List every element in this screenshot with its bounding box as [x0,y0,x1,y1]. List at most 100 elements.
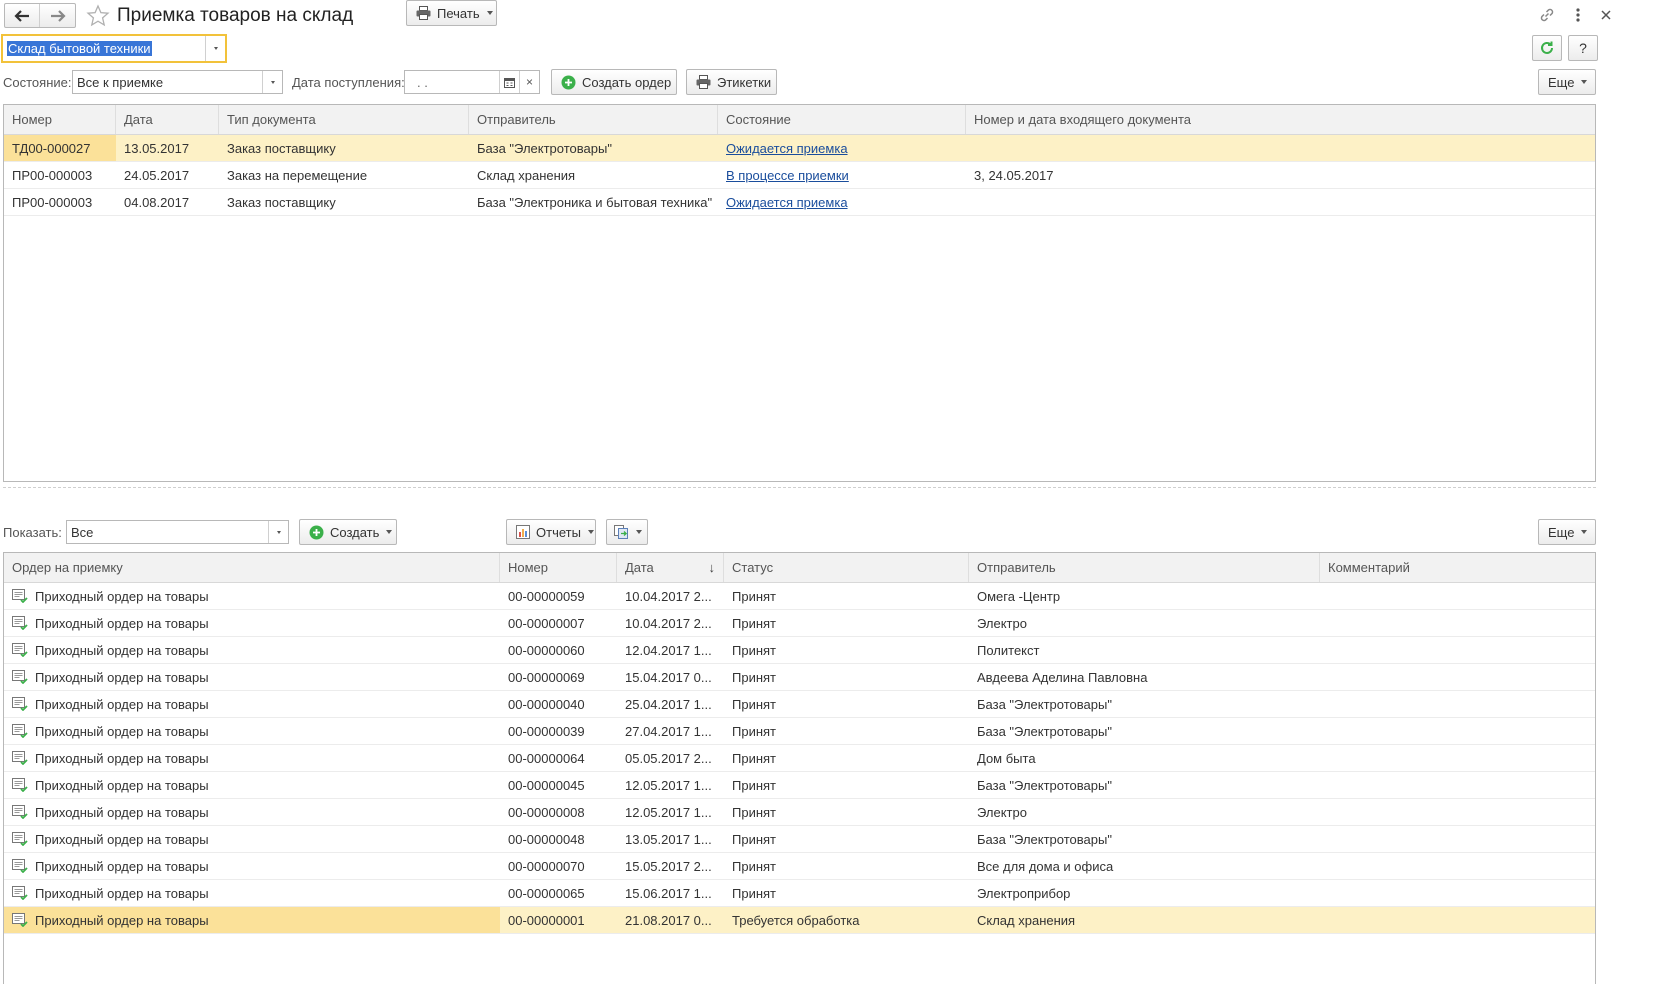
cell-incoming [966,189,1595,215]
column-header[interactable]: Дата ↓ [617,553,724,582]
column-header[interactable]: Отправитель [969,553,1320,582]
column-header[interactable]: Номер и дата входящего документа [966,105,1595,134]
reports-label: Отчеты [536,524,581,540]
column-header[interactable]: Дата [116,105,219,134]
order-label: Приходный ордер на товары [35,831,209,847]
cell-order: Приходный ордер на товары [4,637,500,663]
table-row[interactable]: Приходный ордер на товары 00-00000069 15.0… [4,664,1595,691]
chevron-down-icon [587,530,594,534]
link-icon[interactable] [1538,6,1556,24]
table-row[interactable]: Приходный ордер на товары 00-00000045 12.0… [4,772,1595,799]
table-header: Номер Дата Тип документа Отправитель Сос… [4,105,1595,135]
more-menu-icon[interactable] [1572,6,1584,24]
state-link[interactable]: В процессе приемки [726,168,849,183]
table-row[interactable]: ПР00-000003 24.05.2017 Заказ на перемеще… [4,162,1595,189]
cell-sender: Электроприбор [977,885,1071,901]
cell-status: Принят [732,750,777,766]
more-bottom-button[interactable]: Еще [1538,519,1596,545]
favorite-star-icon[interactable] [86,4,110,28]
reports-button[interactable]: Отчеты [506,519,596,545]
column-header[interactable]: Тип документа [219,105,469,134]
table-row[interactable]: Приходный ордер на товары 00-00000064 05.0… [4,745,1595,772]
panel-splitter[interactable] [3,487,1596,488]
forward-button[interactable] [40,4,75,27]
column-header[interactable]: Статус [724,553,969,582]
receipt-order-icon [12,589,28,603]
order-label: Приходный ордер на товары [35,858,209,874]
column-header[interactable]: Ордер на приемку [4,553,500,582]
state-label: Состояние: [3,75,72,90]
report-chart-icon [516,525,530,539]
warehouse-select[interactable]: Склад бытовой техники [1,34,227,63]
table-row[interactable]: Приходный ордер на товары 00-00000060 12.0… [4,637,1595,664]
table-row[interactable]: Приходный ордер на товары 00-00000007 10.0… [4,610,1595,637]
table-row[interactable]: ТД00-000027 13.05.2017 Заказ поставщику … [4,135,1595,162]
cell-number: ПР00-000003 [12,194,93,210]
cell-sender: База "Электротовары" [977,777,1112,793]
state-select[interactable]: Все к приемке [72,70,283,94]
cell-order: Приходный ордер на товары [4,880,500,906]
table-row[interactable]: Приходный ордер на товары 00-00000070 15.0… [4,853,1595,880]
table-row[interactable]: Приходный ордер на товары 00-00000008 12.0… [4,799,1595,826]
show-dropdown-button[interactable] [268,521,288,543]
page-title: Приемка товаров на склад [117,5,354,26]
table-row[interactable]: Приходный ордер на товары 00-00000059 10.0… [4,583,1595,610]
back-button[interactable] [5,4,41,27]
state-dropdown-button[interactable] [262,71,282,93]
more-bottom-label: Еще [1548,524,1575,540]
table-row[interactable]: ПР00-000003 04.08.2017 Заказ поставщику … [4,189,1595,216]
column-header[interactable]: Отправитель [469,105,718,134]
cell-type: Заказ поставщику [227,140,336,156]
cell-sender: База "Электротовары" [977,831,1112,847]
column-header[interactable]: Номер [500,553,617,582]
receipt-order-icon [12,616,28,630]
cell-incoming: 3, 24.05.2017 [974,167,1054,183]
calendar-button[interactable] [499,71,519,93]
cell-status: Принят [732,777,777,793]
table-row[interactable]: Приходный ордер на товары 00-00000065 15.0… [4,880,1595,907]
more-top-label: Еще [1548,74,1575,90]
warehouse-dropdown-button[interactable] [205,36,225,61]
order-label: Приходный ордер на товары [35,696,209,712]
table-row[interactable]: Приходный ордер на товары 00-00000040 25.0… [4,691,1595,718]
create-order-button[interactable]: Создать ордер [551,69,677,95]
cell-sender: Политекст [977,642,1040,658]
refresh-button[interactable] [1532,35,1562,61]
cell-date: 12.05.2017 1... [625,777,712,793]
print-button[interactable]: Печать [406,0,497,26]
chevron-down-icon [276,530,281,534]
table-row[interactable]: Приходный ордер на товары 00-00000048 13.0… [4,826,1595,853]
table-row[interactable]: Приходный ордер на товары 00-00000039 27.0… [4,718,1595,745]
receipt-order-icon [12,805,28,819]
date-field[interactable]: . . × [404,70,540,94]
table-row[interactable]: Приходный ордер на товары 00-00000001 21.0… [4,907,1595,934]
column-header[interactable]: Номер [4,105,116,134]
cell-type: Заказ поставщику [227,194,336,210]
close-icon[interactable] [1598,6,1614,24]
related-docs-button[interactable] [606,519,648,545]
cell-status: Требуется обработка [732,912,860,928]
cell-date: 24.05.2017 [124,167,190,183]
column-header[interactable]: Состояние [718,105,966,134]
order-label: Приходный ордер на товары [35,912,209,928]
show-select[interactable]: Все [66,520,289,544]
column-header[interactable]: Комментарий [1320,553,1595,582]
chevron-down-icon [213,47,218,50]
more-top-button[interactable]: Еще [1538,69,1596,95]
cell-number: 00-00000059 [508,588,585,604]
state-link[interactable]: Ожидается приемка [726,141,848,156]
chevron-down-icon [1581,80,1588,84]
labels-button[interactable]: Этикетки [686,69,777,95]
help-label: ? [1579,40,1587,56]
cell-number: 00-00000048 [508,831,585,847]
help-button[interactable]: ? [1568,35,1598,61]
date-clear-button[interactable]: × [519,71,539,93]
state-link[interactable]: Ожидается приемка [726,195,848,210]
arrow-left-icon [14,9,29,22]
create-button[interactable]: Создать [299,519,397,545]
receipt-order-icon [12,643,28,657]
cell-status: Принят [732,669,777,685]
cell-status: Принят [732,696,777,712]
create-label: Создать [330,524,380,540]
cell-type: Заказ на перемещение [227,167,368,183]
